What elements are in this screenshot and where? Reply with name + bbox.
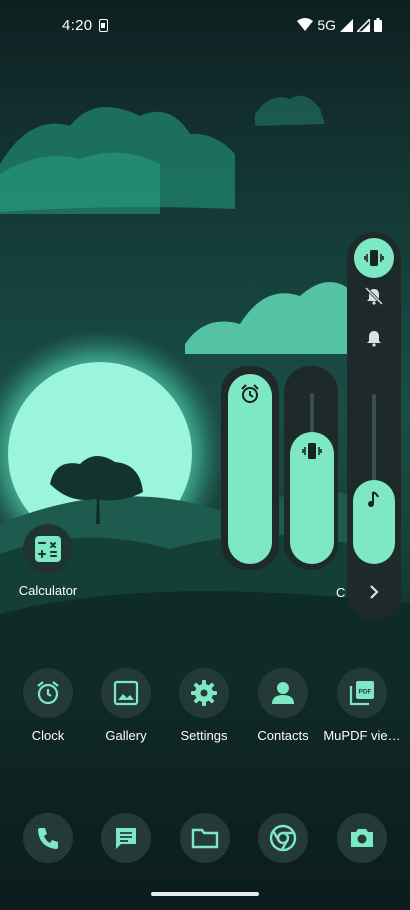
calculator-icon-bg (23, 524, 73, 574)
mupdf-app-icon-bg: PDF (337, 668, 387, 718)
person-icon (272, 682, 294, 704)
music-note-icon (368, 491, 379, 507)
folder-icon (191, 828, 219, 849)
vibrate-mode-button[interactable] (354, 238, 394, 278)
calculator-icon (35, 536, 61, 562)
chrome-icon (269, 824, 297, 852)
status-icons: 5G (297, 17, 382, 33)
vibrate-icon (364, 250, 384, 266)
camera-icon (351, 829, 373, 847)
gesture-navigation-bar[interactable] (151, 892, 259, 896)
contacts-app-icon-bg (258, 668, 308, 718)
dock-camera[interactable] (337, 813, 387, 863)
battery-icon (374, 18, 382, 32)
pdf-icon: PDF (349, 681, 374, 706)
vibrate-icon (302, 443, 322, 459)
app-mupdf[interactable]: PDF MuPDF vie… (322, 668, 402, 743)
gallery-label: Gallery (105, 728, 147, 743)
ring-mode-button[interactable] (354, 318, 394, 358)
gear-icon (191, 680, 217, 706)
dock-messages[interactable] (101, 813, 151, 863)
mute-mode-button[interactable] (354, 276, 394, 316)
calculator-label: Calculator (18, 583, 78, 598)
sim-card-icon (99, 19, 108, 32)
app-contacts[interactable]: Contacts (243, 668, 323, 743)
clock-label: Clock (31, 728, 65, 743)
partial-app-label: C (336, 585, 346, 600)
app-gallery[interactable]: Gallery (86, 668, 166, 743)
media-volume-rail (372, 394, 376, 486)
chevron-right-icon[interactable] (364, 582, 384, 602)
settings-label: Settings (180, 728, 228, 743)
wifi-icon (297, 18, 314, 31)
alarm-clock-icon (241, 384, 259, 403)
signal-icon-2 (357, 18, 370, 32)
settings-app-icon-bg (179, 668, 229, 718)
message-icon (116, 828, 136, 849)
signal-icon (340, 18, 353, 32)
phone-icon (38, 828, 58, 849)
svg-text:PDF: PDF (359, 689, 372, 696)
contacts-label: Contacts (257, 728, 309, 743)
bell-icon (367, 331, 381, 347)
dock-files[interactable] (180, 813, 230, 863)
clock-app-icon-bg (23, 668, 73, 718)
app-clock[interactable]: Clock (8, 668, 88, 743)
mupdf-label: MuPDF vie… (323, 728, 401, 743)
status-bar: 4:20 5G (0, 0, 410, 54)
bell-off-icon (364, 286, 384, 306)
dock-chrome[interactable] (258, 813, 308, 863)
alarm-clock-icon (37, 681, 59, 705)
gallery-app-icon-bg (101, 668, 151, 718)
dock-phone[interactable] (23, 813, 73, 863)
network-type-label: 5G (317, 17, 336, 33)
status-time: 4:20 (62, 17, 93, 34)
image-icon (113, 680, 139, 706)
app-settings[interactable]: Settings (164, 668, 244, 743)
calculator-shortcut[interactable]: Calculator (8, 524, 88, 598)
